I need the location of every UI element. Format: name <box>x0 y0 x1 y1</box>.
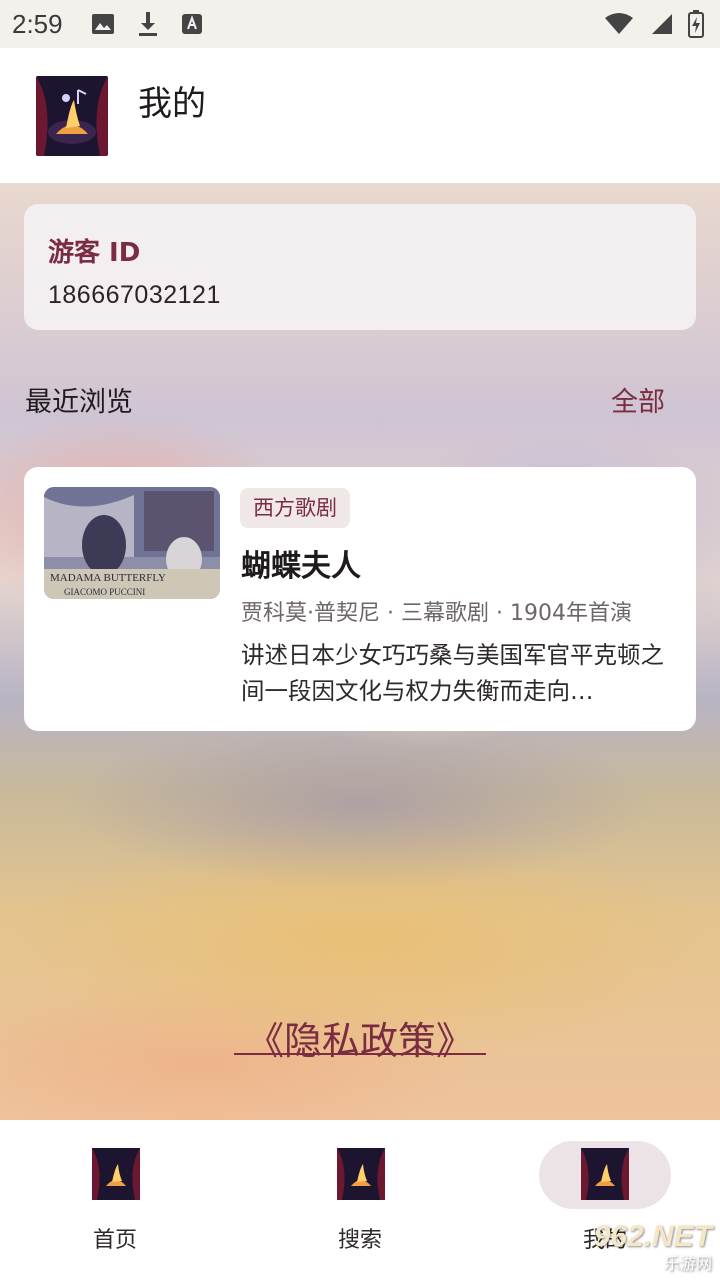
guest-id-value: 186667032121 <box>48 281 221 309</box>
status-time: 2:59 <box>12 8 63 39</box>
nav-item-search[interactable]: 搜索 <box>240 1120 480 1280</box>
status-notification-icons <box>91 11 203 37</box>
a-icon <box>181 14 202 34</box>
opera-poster-image: MADAMA BUTTERFLY GIACOMO PUCCINI <box>44 487 220 599</box>
guest-id-card: 游客 ID 186667032121 <box>24 204 696 330</box>
guest-id-label: 游客 ID <box>48 238 141 268</box>
svg-text:GIACOMO PUCCINI: GIACOMO PUCCINI <box>64 587 145 597</box>
opera-description: 讲述日本少女巧巧桑与美国军官平克顿之间一段因文化与权力失衡而走向… <box>241 641 664 705</box>
nav-label-home: 首页 <box>92 1228 138 1253</box>
battery-charging-icon <box>688 10 704 38</box>
wifi-icon <box>605 13 633 34</box>
recent-item-card[interactable]: MADAMA BUTTERFLY GIACOMO PUCCINI 西方歌剧 蝴蝶… <box>24 467 696 731</box>
privacy-policy-link[interactable]: 《隐私政策》 <box>235 1010 485 1065</box>
watermark-main: 962.NET <box>593 1220 712 1253</box>
profile-logo-icon <box>581 1148 629 1200</box>
image-icon <box>91 14 114 34</box>
svg-text:MADAMA BUTTERFLY: MADAMA BUTTERFLY <box>50 572 166 584</box>
download-icon <box>138 12 157 36</box>
site-watermark: 962.NET 乐游网 <box>594 1220 712 1274</box>
signal-icon <box>652 14 672 34</box>
home-logo-icon <box>92 1148 140 1200</box>
status-system-icons <box>604 10 704 38</box>
page-title: 我的 <box>138 84 206 124</box>
app-logo <box>36 75 108 156</box>
opera-title: 蝴蝶夫人 <box>241 549 361 584</box>
view-all-link[interactable]: 全部 <box>611 380 665 419</box>
app-bar: 我的 <box>0 48 720 184</box>
status-bar: 2:59 <box>0 0 720 48</box>
recent-section-title: 最近浏览 <box>25 387 133 418</box>
nav-item-home[interactable]: 首页 <box>0 1120 240 1280</box>
opera-meta: 贾科莫·普契尼 · 三幕歌剧 · 1904年首演 <box>241 601 632 626</box>
privacy-underline <box>234 1053 486 1055</box>
category-chip: 西方歌剧 <box>240 488 350 528</box>
nav-label-search: 搜索 <box>337 1228 383 1253</box>
search-logo-icon <box>337 1148 385 1200</box>
